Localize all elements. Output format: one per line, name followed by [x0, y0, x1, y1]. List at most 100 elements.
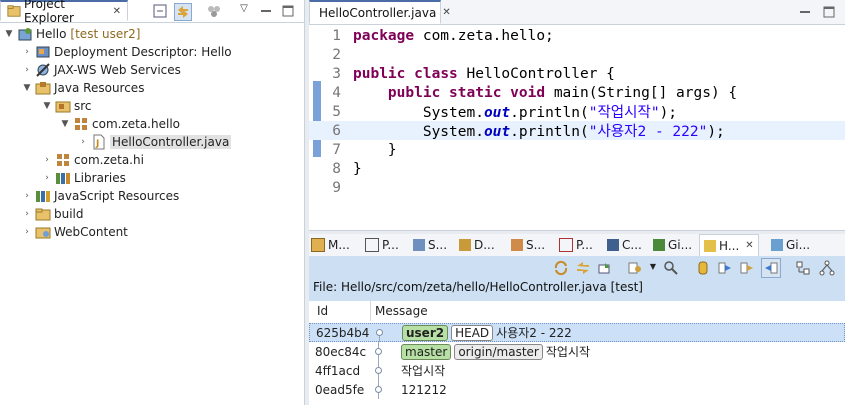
- tab-label: Gi...: [668, 238, 693, 252]
- svg-text:J: J: [95, 139, 99, 149]
- close-icon[interactable]: ✕: [745, 240, 753, 251]
- chevron-down-icon[interactable]: ▼: [22, 83, 32, 93]
- filter-project-icon[interactable]: [761, 258, 781, 278]
- keyword: class: [414, 65, 458, 82]
- minimize-icon[interactable]: [797, 4, 813, 20]
- show-all-branches-icon[interactable]: [627, 260, 643, 276]
- tree-node-hellocontroller[interactable]: › J HelloController.java: [78, 133, 232, 151]
- chevron-down-icon[interactable]: ▼: [4, 29, 14, 39]
- tab-problems[interactable]: P...: [559, 234, 593, 256]
- tab-properties[interactable]: P...: [365, 234, 399, 256]
- code-area[interactable]: 1 package com.zeta.hello; 2 3 public cla…: [309, 24, 845, 232]
- commit-id: 80ec84c: [315, 344, 367, 359]
- snippets-icon: [511, 239, 523, 251]
- keyword: public: [353, 65, 406, 82]
- maximize-icon[interactable]: [280, 3, 296, 19]
- tab-markers[interactable]: M...: [311, 234, 350, 256]
- bottom-tabbar: M... P... S... D... S... P... C... Gi...…: [309, 234, 845, 257]
- chevron-right-icon[interactable]: ›: [22, 209, 32, 219]
- line-number: 4: [332, 84, 341, 101]
- column-header-message[interactable]: Message: [371, 301, 845, 321]
- tab-label: P...: [576, 238, 593, 252]
- java-file-icon: J: [93, 134, 105, 150]
- string-literal: "작업시작": [588, 105, 660, 121]
- table-row[interactable]: 4ff1acd 작업시작: [309, 361, 845, 380]
- database-icon[interactable]: [695, 260, 711, 276]
- commit-id: 625b4b4: [316, 325, 370, 340]
- filter-resource-icon[interactable]: [717, 260, 733, 276]
- collapse-icon[interactable]: [795, 260, 811, 276]
- tab-data-source[interactable]: D...: [459, 234, 495, 256]
- editor-tab-label: HelloController.java: [319, 5, 437, 20]
- tab-git-repositories[interactable]: Gi...: [771, 234, 810, 256]
- tree-node-deployment-descriptor[interactable]: › Deployment Descriptor: Hello: [22, 43, 231, 61]
- filters-icon[interactable]: [206, 3, 222, 19]
- code-text: );: [659, 105, 678, 121]
- chevron-right-icon[interactable]: ›: [22, 65, 32, 75]
- search-icon[interactable]: [663, 260, 679, 276]
- close-icon[interactable]: ✕: [113, 6, 121, 17]
- tree-node-com-zeta-hi[interactable]: › com.zeta.hi: [42, 151, 144, 169]
- chevron-right-icon[interactable]: ›: [78, 137, 88, 147]
- tree-node-jaxws[interactable]: › JAX-WS Web Services: [22, 61, 181, 79]
- code-line: 8 }: [309, 159, 845, 178]
- tab-hellocontroller[interactable]: J HelloController.java ✕: [309, 0, 451, 24]
- close-icon[interactable]: ✕: [442, 7, 450, 18]
- tree-node-hello[interactable]: ▼ Hello [test user2]: [4, 25, 141, 43]
- line-number: 1: [332, 27, 341, 44]
- chevron-right-icon[interactable]: ›: [42, 173, 52, 183]
- code-line: 5 System.out.println("작업시작");: [309, 102, 845, 122]
- commit-message: 작업시작: [545, 345, 591, 359]
- chevron-right-icon[interactable]: ›: [22, 191, 32, 201]
- branch-badge: master: [401, 343, 452, 360]
- link-with-editor-icon[interactable]: [174, 3, 192, 21]
- commit-message: 121212: [401, 382, 447, 397]
- tree-node-webcontent[interactable]: › WebContent: [22, 223, 128, 241]
- remote-branch-badge: origin/master: [454, 343, 543, 360]
- tree-node-libraries[interactable]: › Libraries: [42, 169, 126, 187]
- package-icon: [57, 154, 69, 166]
- tab-servers[interactable]: S...: [413, 234, 447, 256]
- tab-project-explorer[interactable]: Project Explorer ✕: [0, 0, 128, 25]
- chevron-right-icon[interactable]: ›: [22, 47, 32, 57]
- editor-tabbar: J HelloController.java ✕: [309, 0, 845, 25]
- tree-node-javascript-resources[interactable]: › JavaScript Resources: [22, 187, 179, 205]
- filter-folder-icon[interactable]: [739, 260, 755, 276]
- commit-graph: [372, 323, 402, 342]
- dropdown-icon[interactable]: ▼: [645, 262, 661, 278]
- code-line: 4 public static void main(String[] args)…: [309, 83, 845, 102]
- hierarchy-icon[interactable]: [819, 260, 835, 276]
- commit-message: 작업시작: [401, 364, 446, 378]
- collapse-all-icon[interactable]: [152, 3, 168, 19]
- properties-icon: [365, 238, 379, 252]
- link-with-selection-icon[interactable]: [575, 260, 591, 276]
- tree-node-com-zeta-hello[interactable]: ▼ com.zeta.hello: [60, 115, 180, 133]
- code-text: .println(: [510, 124, 589, 140]
- tab-snippets[interactable]: S...: [511, 234, 545, 256]
- view-menu-icon[interactable]: ▽: [236, 3, 252, 19]
- table-row[interactable]: 625b4b4 user2 HEAD 사용자2 - 222: [309, 323, 845, 342]
- code-text: com.zeta.hello;: [414, 27, 554, 44]
- field: out: [483, 124, 511, 140]
- minimize-icon[interactable]: [258, 3, 274, 19]
- history-icon: [704, 239, 716, 252]
- chevron-right-icon[interactable]: ›: [22, 227, 32, 237]
- tree-node-src[interactable]: ▼ src: [42, 97, 92, 115]
- maximize-icon[interactable]: [821, 4, 837, 20]
- chevron-down-icon[interactable]: ▼: [60, 119, 70, 129]
- chevron-right-icon[interactable]: ›: [42, 155, 52, 165]
- line-number: 8: [332, 160, 341, 177]
- tree-node-java-resources[interactable]: ▼ Java Resources: [22, 79, 145, 97]
- table-row[interactable]: 80ec84c master origin/master 작업시작: [309, 342, 845, 361]
- tree-label: src: [74, 99, 92, 113]
- tree-node-build[interactable]: › build: [22, 205, 83, 223]
- tab-history[interactable]: H... ✕: [699, 234, 759, 256]
- tab-console[interactable]: C...: [607, 234, 642, 256]
- chevron-down-icon[interactable]: ▼: [42, 101, 52, 111]
- tab-git-staging[interactable]: Gi...: [653, 234, 692, 256]
- compare-mode-icon[interactable]: [597, 260, 613, 276]
- web-folder-icon: [35, 227, 51, 239]
- table-row[interactable]: 0ead5fe 121212: [309, 380, 845, 399]
- column-header-id[interactable]: Id: [309, 301, 371, 321]
- refresh-icon[interactable]: [553, 260, 569, 276]
